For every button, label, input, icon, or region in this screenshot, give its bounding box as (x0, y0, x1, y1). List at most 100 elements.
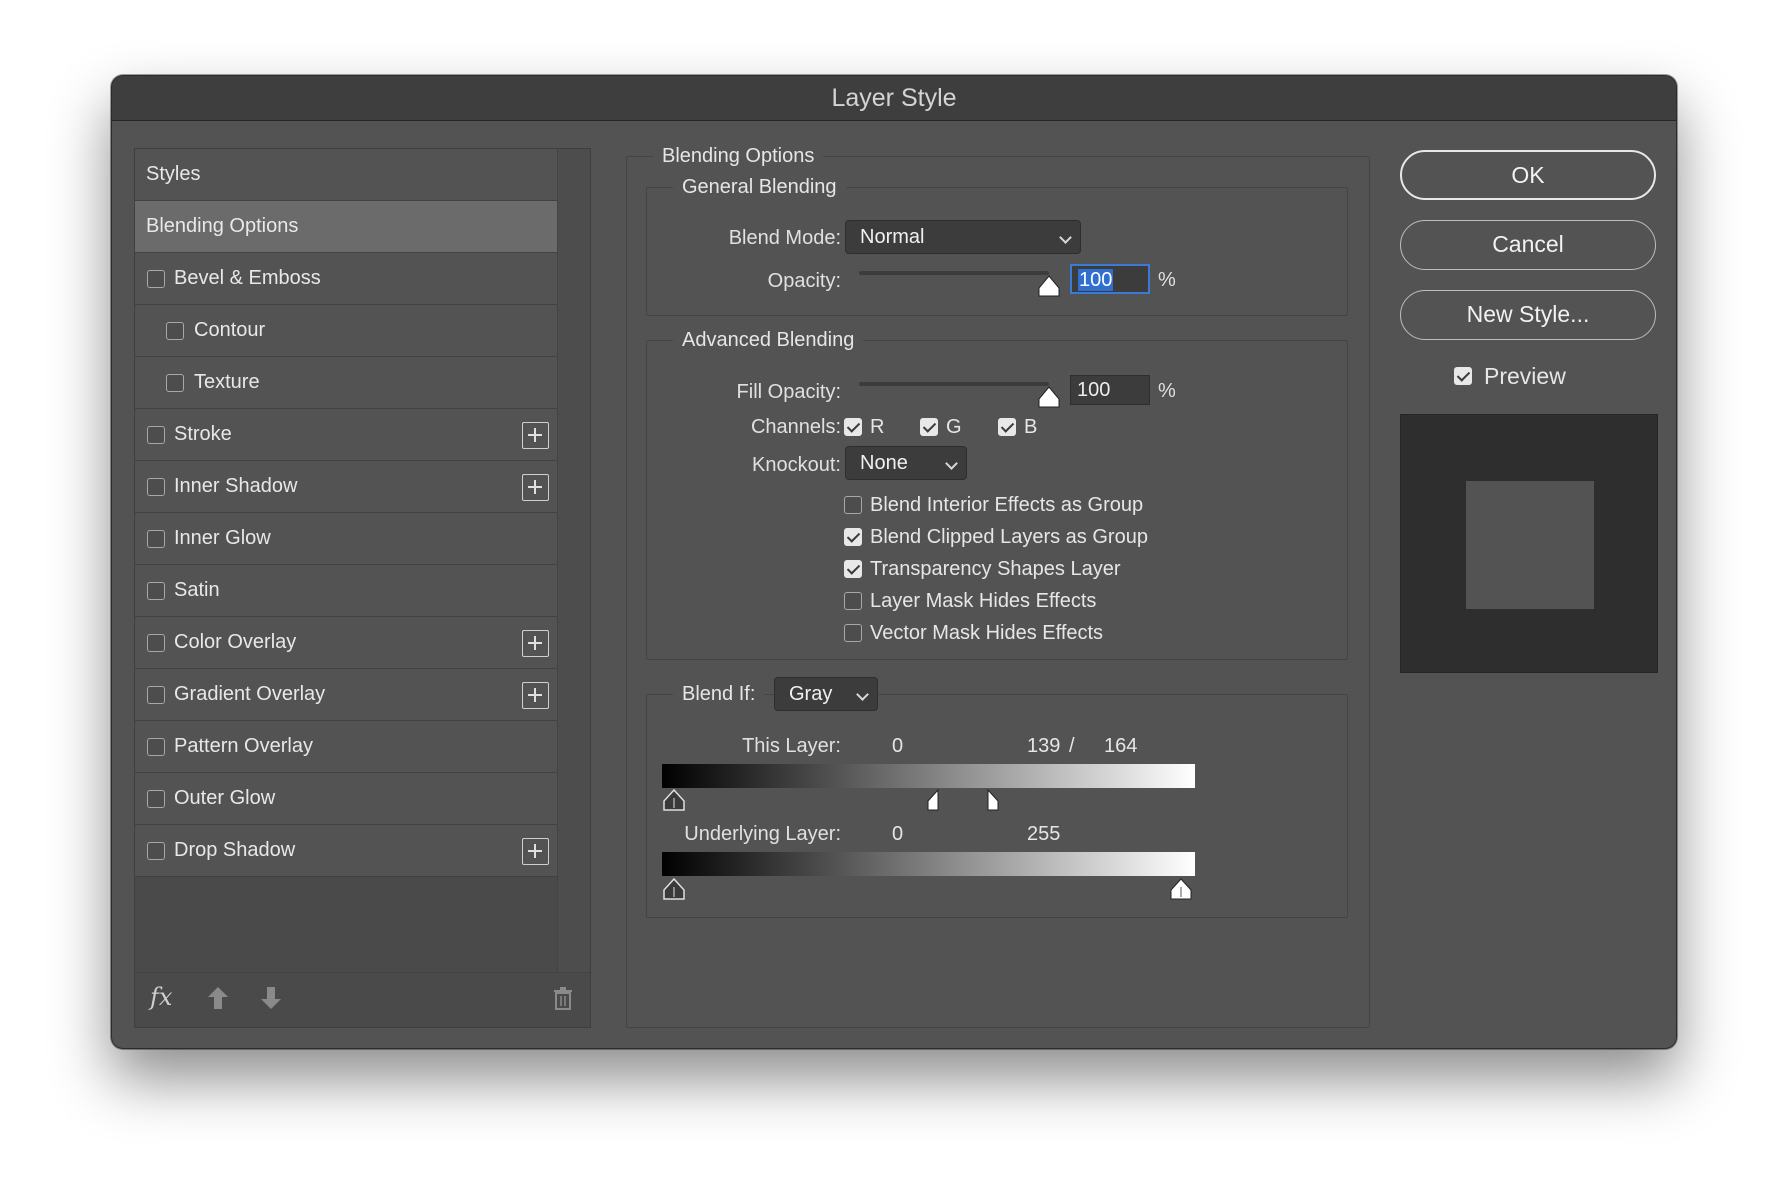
pattern-overlay-checkbox[interactable] (147, 738, 165, 756)
this-layer-white-thumb-right[interactable] (986, 789, 1000, 811)
sidebar-item-label: Styles (146, 163, 201, 185)
styles-panel: Styles Blending Options Bevel & Emboss Cont… (134, 148, 591, 1028)
opacity-percent: % (1158, 269, 1176, 291)
blend-clipped-checkbox[interactable] (844, 528, 862, 546)
blend-if-group: Blend If: Gray This Layer: 0 139 / 164 U… (646, 677, 1348, 918)
styles-scrollbar[interactable] (557, 149, 590, 972)
this-layer-gradient (662, 764, 1195, 788)
blend-mode-label: Blend Mode: (728, 227, 841, 249)
styles-list: Styles Blending Options Bevel & Emboss Cont… (135, 149, 557, 877)
vector-mask-hides-label: Vector Mask Hides Effects (870, 622, 1104, 644)
trash-icon[interactable] (552, 985, 574, 1011)
underlying-layer-gradient (662, 852, 1195, 876)
contour-checkbox[interactable] (166, 322, 184, 340)
knockout-select[interactable]: None (845, 446, 967, 480)
sidebar-item-styles[interactable]: Styles (135, 149, 557, 201)
sidebar-item-label: Stroke (174, 423, 232, 445)
general-blending-group: General Blending Blend Mode: Normal Opac… (646, 176, 1348, 316)
inner-glow-checkbox[interactable] (147, 530, 165, 548)
blend-interior-checkbox[interactable] (844, 496, 862, 514)
add-drop-shadow-icon[interactable] (522, 838, 549, 865)
chevron-down-icon (856, 688, 869, 701)
sidebar-item-bevel-emboss[interactable]: Bevel & Emboss (135, 253, 557, 305)
sidebar-item-satin[interactable]: Satin (135, 565, 557, 617)
opacity-slider[interactable] (859, 271, 1049, 275)
sidebar-item-label: Inner Shadow (174, 475, 298, 497)
add-stroke-icon[interactable] (522, 422, 549, 449)
fill-opacity-label: Fill Opacity: (736, 381, 841, 403)
underlying-white-thumb[interactable] (1169, 878, 1193, 900)
ok-button[interactable]: OK (1400, 150, 1656, 200)
this-layer-high-b-value: 164 (1104, 735, 1138, 757)
blend-if-label: Blend If: (673, 683, 765, 706)
outer-glow-checkbox[interactable] (147, 790, 165, 808)
add-inner-shadow-icon[interactable] (522, 474, 549, 501)
fill-opacity-input[interactable]: 100 (1070, 375, 1150, 405)
gradient-overlay-checkbox[interactable] (147, 686, 165, 704)
sidebar-item-drop-shadow[interactable]: Drop Shadow (135, 825, 557, 877)
sidebar-item-label: Outer Glow (174, 787, 276, 809)
inner-shadow-checkbox[interactable] (147, 478, 165, 496)
this-layer-black-thumb[interactable] (662, 789, 686, 811)
channel-b-checkbox[interactable] (998, 418, 1016, 436)
texture-checkbox[interactable] (166, 374, 184, 392)
preview-label: Preview (1484, 363, 1566, 389)
stroke-checkbox[interactable] (147, 426, 165, 444)
new-style-button[interactable]: New Style... (1400, 290, 1656, 340)
fill-opacity-slider-thumb[interactable] (1037, 386, 1061, 408)
cancel-button[interactable]: Cancel (1400, 220, 1656, 270)
fill-opacity-slider[interactable] (859, 382, 1049, 386)
sidebar-item-contour[interactable]: Contour (135, 305, 557, 357)
blend-if-select[interactable]: Gray (774, 677, 878, 711)
sidebar-item-inner-shadow[interactable]: Inner Shadow (135, 461, 557, 513)
sidebar-item-pattern-overlay[interactable]: Pattern Overlay (135, 721, 557, 773)
window-title: Layer Style (112, 76, 1676, 121)
channel-g-label: G (946, 416, 962, 438)
move-down-icon[interactable] (259, 985, 283, 1011)
underlying-layer-label: Underlying Layer: (684, 823, 841, 845)
sidebar-item-texture[interactable]: Texture (135, 357, 557, 409)
sidebar-item-inner-glow[interactable]: Inner Glow (135, 513, 557, 565)
sidebar-item-label: Contour (194, 319, 266, 341)
channel-g-checkbox[interactable] (920, 418, 938, 436)
underlying-high-value: 255 (1027, 823, 1061, 845)
sidebar-item-label: Gradient Overlay (174, 683, 326, 705)
underlying-black-thumb[interactable] (662, 878, 686, 900)
opacity-slider-thumb[interactable] (1037, 275, 1061, 297)
add-gradient-overlay-icon[interactable] (522, 682, 549, 709)
sidebar-item-outer-glow[interactable]: Outer Glow (135, 773, 557, 825)
satin-checkbox[interactable] (147, 582, 165, 600)
layer-mask-hides-label: Layer Mask Hides Effects (870, 590, 1097, 612)
this-layer-high-a-value: 139 (1027, 735, 1061, 757)
transparency-shapes-label: Transparency Shapes Layer (870, 558, 1121, 580)
sidebar-item-label: Satin (174, 579, 220, 601)
layer-mask-hides-checkbox[interactable] (844, 592, 862, 610)
this-layer-separator: / (1069, 735, 1075, 757)
drop-shadow-checkbox[interactable] (147, 842, 165, 860)
sidebar-item-color-overlay[interactable]: Color Overlay (135, 617, 557, 669)
blending-options-panel: Blending Options General Blending Blend … (626, 145, 1370, 1028)
sidebar-item-stroke[interactable]: Stroke (135, 409, 557, 461)
sidebar-item-blending-options[interactable]: Blending Options (135, 201, 557, 253)
add-color-overlay-icon[interactable] (522, 630, 549, 657)
transparency-shapes-checkbox[interactable] (844, 560, 862, 578)
blend-mode-select[interactable]: Normal (845, 220, 1081, 254)
vector-mask-hides-checkbox[interactable] (844, 624, 862, 642)
blend-clipped-label: Blend Clipped Layers as Group (870, 526, 1148, 548)
bevel-emboss-checkbox[interactable] (147, 270, 165, 288)
color-overlay-checkbox[interactable] (147, 634, 165, 652)
channel-b-label: B (1024, 416, 1038, 438)
sidebar-item-label: Blending Options (146, 215, 299, 237)
blend-if-value: Gray (789, 683, 833, 705)
blend-mode-value: Normal (860, 226, 925, 248)
sidebar-item-gradient-overlay[interactable]: Gradient Overlay (135, 669, 557, 721)
preview-checkbox[interactable] (1454, 367, 1472, 385)
general-blending-title: General Blending (673, 176, 846, 199)
chevron-down-icon (1059, 231, 1072, 244)
fx-icon[interactable]: fx (150, 983, 172, 1011)
this-layer-white-thumb-left[interactable] (926, 789, 940, 811)
move-up-icon[interactable] (206, 985, 230, 1011)
channel-r-checkbox[interactable] (844, 418, 862, 436)
fill-opacity-percent: % (1158, 380, 1176, 402)
opacity-input[interactable]: 100 (1070, 264, 1150, 294)
